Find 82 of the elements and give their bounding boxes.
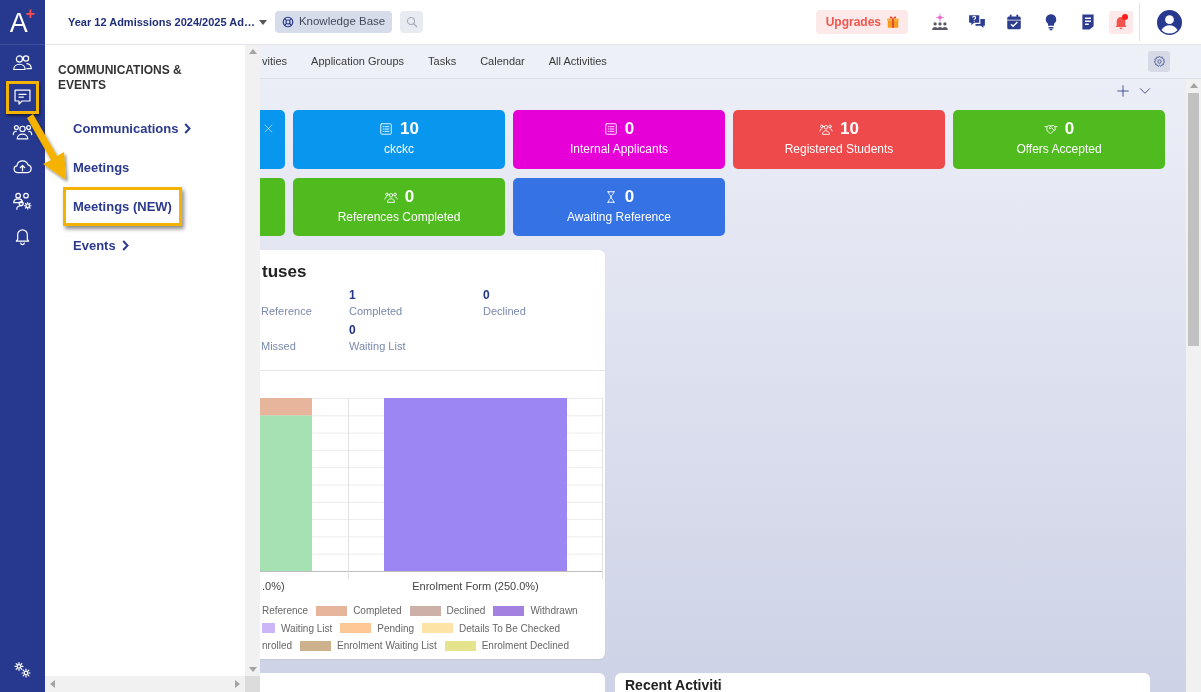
tab[interactable]: All Activities (548, 53, 607, 74)
settings-button[interactable] (1148, 51, 1170, 72)
search-icon (405, 16, 418, 28)
tab[interactable]: vities (262, 53, 288, 74)
scroll-up-icon (248, 49, 257, 54)
axis-label: .0%) (262, 580, 285, 592)
legend-label: Pending (377, 621, 415, 636)
panel-title: tuses (261, 261, 308, 282)
stat-label: Declined (483, 304, 527, 319)
knowledge-base-button[interactable]: Knowledge Base (274, 11, 393, 33)
menu-item[interactable]: Events (63, 226, 139, 265)
scroll-down-icon (248, 667, 257, 672)
scrollbar[interactable] (245, 45, 260, 676)
stat-value: 0 (483, 287, 491, 303)
tile-label: Internal Applicants (569, 142, 669, 157)
menu-item[interactable]: Communications (63, 109, 202, 148)
stat-value: 1 (349, 287, 357, 303)
tab[interactable]: Tasks (428, 53, 457, 74)
axis-label: Enrolment Form (250.0%) (412, 580, 539, 592)
unread-dot-icon (1122, 13, 1128, 20)
legend-label: Enrolment Waiting List (337, 639, 437, 654)
legend-label: nrolled (262, 639, 293, 654)
lifebuoy-icon (281, 16, 294, 28)
menu-heading: COMMUNICATIONS & EVENTS (58, 63, 183, 93)
stat-value: 0 (349, 322, 357, 338)
program-dropdown[interactable]: Year 12 Admissions 2024/2025 Ad… (68, 13, 267, 31)
menu-item[interactable]: Meetings (NEW) (63, 187, 182, 226)
tile-count: 0 (1064, 120, 1075, 138)
stat-tile[interactable]: 10 Registered Students (733, 110, 945, 169)
gears-icon[interactable] (12, 659, 33, 680)
stat-label: Completed (349, 304, 404, 319)
list-icon (379, 122, 394, 136)
scrollbar[interactable] (45, 676, 245, 692)
stat-tile[interactable] (260, 110, 285, 169)
scroll-left-icon (50, 680, 55, 688)
tile-label: References Completed (337, 210, 461, 225)
legend-label: Completed (353, 604, 402, 619)
stat-tile[interactable]: 0 Internal Applicants (513, 110, 725, 169)
notifications-button[interactable] (1109, 10, 1133, 34)
people-icon (12, 52, 33, 73)
gift-icon (886, 15, 900, 29)
tile-label: ckckc (384, 142, 414, 157)
tile-label: Offers Accepted (1016, 142, 1102, 157)
tile-count: 10 (400, 120, 419, 138)
stat-label: Reference (261, 304, 313, 319)
menu-item[interactable]: Meetings (63, 148, 140, 187)
scrollbar-corner (245, 676, 260, 692)
sidebar-button[interactable] (6, 80, 39, 114)
avatar-icon[interactable] (1157, 9, 1182, 35)
people-sparkle-icon[interactable] (931, 13, 949, 31)
stat-tile[interactable] (260, 178, 285, 236)
tile-label: Registered Students (784, 142, 894, 157)
handshake-icon (1043, 122, 1058, 136)
tile-count: 0 (624, 120, 635, 138)
legend-label: Details To Be Checked (459, 621, 560, 636)
people-icon (383, 190, 398, 204)
legend-label: Waiting List (281, 621, 333, 636)
tab[interactable]: Calendar (480, 53, 525, 74)
caret-icon (258, 19, 267, 25)
panel-title: Recent Activiti (625, 677, 723, 692)
people-icon (819, 122, 834, 136)
legend-label: Reference (262, 604, 309, 619)
legend-label: Declined (446, 604, 486, 619)
legend-label: Withdrawn (530, 604, 578, 619)
stat-tile[interactable]: 0 Awaiting Reference (513, 178, 725, 236)
scroll-right-icon (235, 680, 240, 688)
stat-label: Missed (261, 339, 297, 354)
scroll-up-icon (1189, 83, 1198, 88)
tile-count: 0 (404, 188, 415, 206)
calendar-check-icon[interactable] (1005, 13, 1023, 31)
scrollbar-thumb[interactable] (1188, 93, 1199, 346)
tile-count: 0 (624, 188, 635, 206)
legend-label: Enrolment Declined (481, 639, 569, 654)
people-gear-icon (12, 190, 33, 211)
scrollbar[interactable] (1186, 79, 1201, 692)
tile-count: 10 (840, 120, 859, 138)
document-icon[interactable] (1079, 13, 1097, 31)
tile-label: Awaiting Reference (567, 210, 671, 225)
list-icon (603, 122, 618, 136)
settings-icon (1152, 55, 1166, 68)
stat-label: Waiting List (349, 339, 407, 354)
tab[interactable]: Application Groups (311, 53, 404, 74)
